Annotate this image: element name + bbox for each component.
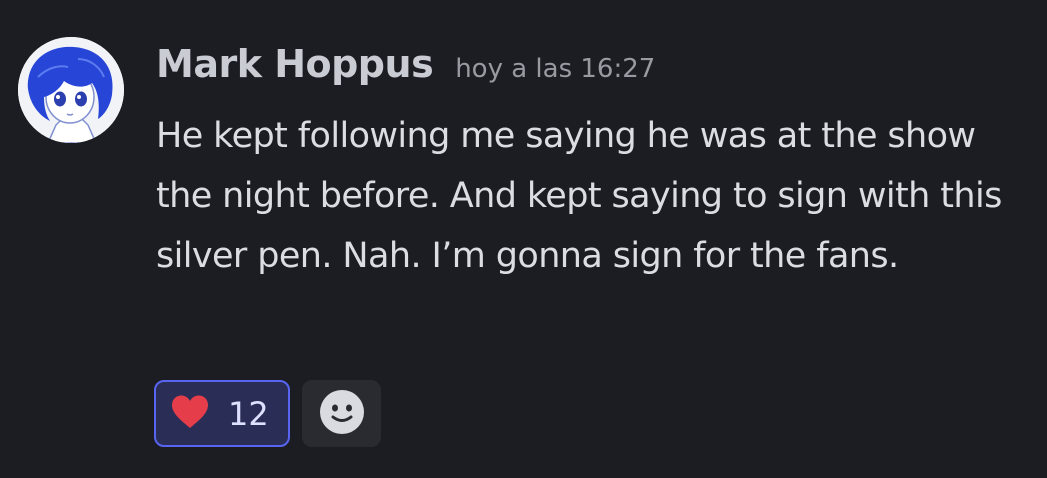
author-name[interactable]: Mark Hoppus (156, 42, 434, 86)
add-reaction-button[interactable] (302, 380, 381, 447)
anime-character-avatar-icon (18, 37, 124, 143)
reaction-count: 12 (228, 394, 269, 433)
smiley-icon (319, 389, 365, 439)
chat-message: Mark Hoppus hoy a las 16:27 He kept foll… (0, 0, 1047, 478)
reaction-heart[interactable]: 12 (154, 380, 290, 447)
message-content: He kept following me saying he was at th… (156, 116, 1002, 276)
heart-icon (170, 394, 210, 434)
avatar[interactable] (18, 37, 124, 143)
reactions-bar: 12 (154, 380, 381, 447)
message-timestamp: hoy a las 16:27 (455, 54, 656, 84)
message-header: Mark Hoppus hoy a las 16:27 (156, 42, 655, 86)
